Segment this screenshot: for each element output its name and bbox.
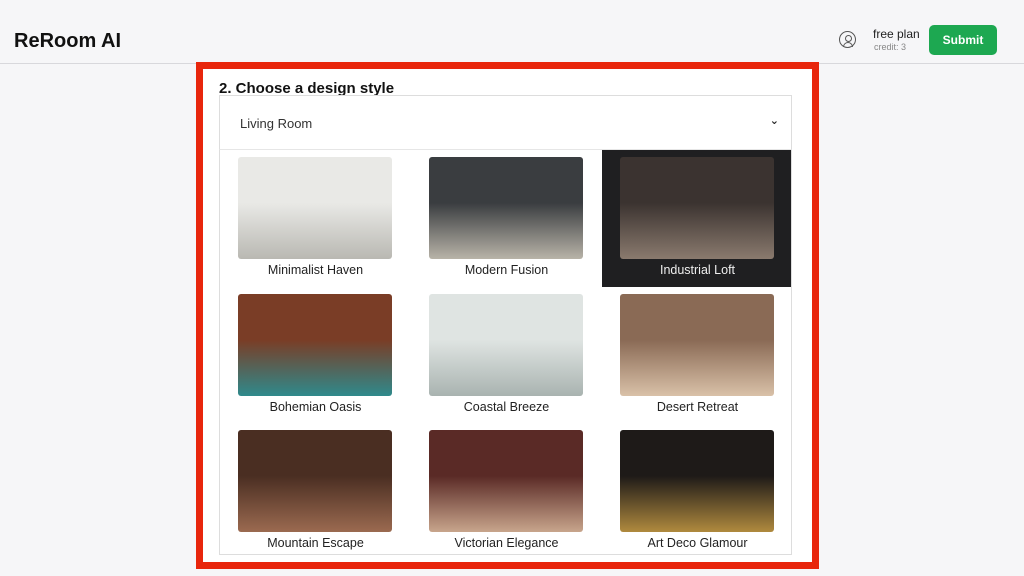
style-label: Art Deco Glamour — [647, 536, 748, 550]
style-grid: Minimalist Haven Modern Fusion Industrial … — [219, 149, 792, 555]
style-label: Minimalist Haven — [267, 263, 364, 277]
style-option[interactable]: Coastal Breeze — [411, 287, 602, 424]
style-option[interactable]: Modern Fusion — [411, 150, 602, 287]
style-thumbnail — [620, 293, 774, 396]
style-option[interactable]: Desert Retreat — [602, 287, 791, 424]
style-thumbnail — [429, 293, 583, 396]
style-option[interactable]: Bohemian Oasis — [220, 287, 411, 424]
style-option[interactable]: Minimalist Haven — [220, 150, 411, 287]
style-thumbnail — [238, 293, 392, 396]
submit-button[interactable]: Submit — [929, 25, 997, 55]
credit-label: credit: 3 — [874, 42, 907, 52]
style-option[interactable]: Victorian Elegance — [411, 423, 602, 554]
style-label: Mountain Escape — [267, 536, 364, 550]
app-header: ReRoom AI free plan credit: 3 Submit — [0, 0, 1024, 64]
style-label: Modern Fusion — [464, 263, 549, 277]
room-type-select[interactable]: Living Room ⌄ — [219, 95, 792, 150]
style-option[interactable]: Mountain Escape — [220, 423, 411, 554]
style-label: Victorian Elegance — [454, 536, 559, 550]
plan-label: free plan — [873, 27, 920, 41]
style-thumbnail — [429, 157, 583, 259]
style-thumbnail — [429, 430, 583, 532]
design-style-panel: 2. Choose a design style Living Room ⌄ M… — [196, 62, 819, 569]
user-circle-icon[interactable] — [839, 31, 856, 48]
room-type-value: Living Room — [240, 116, 313, 131]
chevron-down-icon: ⌄ — [769, 115, 779, 127]
style-thumbnail — [238, 430, 392, 532]
style-label: Coastal Breeze — [463, 399, 550, 414]
app-logo: ReRoom AI — [14, 30, 122, 52]
style-label: Industrial Loft — [659, 263, 736, 277]
style-option[interactable]: Art Deco Glamour — [602, 423, 791, 554]
style-option[interactable]: Industrial Loft — [602, 150, 791, 287]
style-thumbnail — [620, 157, 774, 259]
style-label: Desert Retreat — [656, 399, 739, 414]
style-thumbnail — [620, 430, 774, 532]
style-label: Bohemian Oasis — [269, 399, 362, 414]
style-thumbnail — [238, 157, 392, 259]
